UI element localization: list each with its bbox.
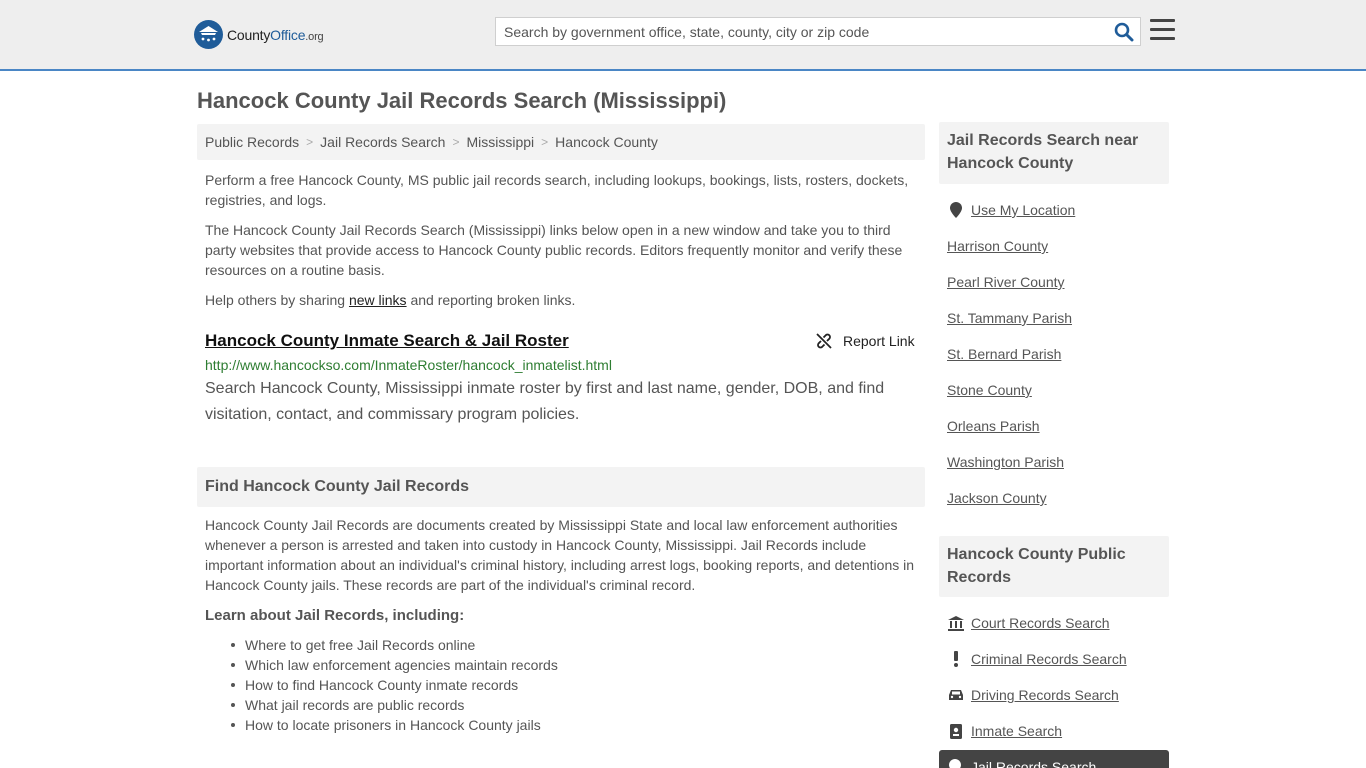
search-input[interactable]	[496, 18, 1106, 45]
hamburger-menu-icon[interactable]	[1150, 19, 1175, 41]
find-section-heading: Find Hancock County Jail Records	[197, 467, 925, 507]
location-pin-icon	[949, 759, 961, 768]
car-icon	[947, 687, 965, 703]
find-section-body: Hancock County Jail Records are document…	[205, 517, 915, 593]
sidebar-item-orleans-parish[interactable]: Orleans Parish	[947, 418, 1040, 434]
breadcrumb-public-records[interactable]: Public Records	[205, 134, 299, 150]
sidebar-item-inmate-search[interactable]: Inmate Search	[971, 723, 1062, 739]
search-box	[495, 17, 1141, 46]
intro-paragraph-3: Help others by sharing new links and rep…	[205, 292, 576, 308]
report-link-label: Report Link	[843, 333, 915, 349]
breadcrumb: Public Records > Jail Records Search > M…	[197, 124, 925, 160]
sidebar-item-driving-records-search[interactable]: Driving Records Search	[971, 687, 1119, 703]
sidebar-nearby-heading: Jail Records Search near Hancock County	[939, 122, 1169, 184]
sidebar-item-st-tammany-parish[interactable]: St. Tammany Parish	[947, 310, 1072, 326]
list-item: Where to get free Jail Records online	[231, 635, 558, 655]
breadcrumb-separator-icon: >	[306, 135, 314, 149]
list-item: Which law enforcement agencies maintain …	[231, 657, 558, 673]
listing-title-link[interactable]: Hancock County Inmate Search & Jail Rost…	[205, 331, 569, 351]
use-my-location-link[interactable]: Use My Location	[971, 202, 1075, 218]
sidebar-item-stone-county[interactable]: Stone County	[947, 382, 1032, 398]
learn-heading: Learn about Jail Records, including:	[205, 607, 465, 624]
list-item: How to locate prisoners in Hancock Count…	[231, 715, 558, 735]
list-item: What jail records are public records	[231, 695, 558, 715]
page-title: Hancock County Jail Records Search (Miss…	[197, 88, 727, 113]
sidebar-item-harrison-county[interactable]: Harrison County	[947, 238, 1048, 254]
logo-badge-icon	[194, 20, 223, 49]
breadcrumb-mississippi[interactable]: Mississippi	[466, 134, 534, 150]
sidebar-item-jackson-county[interactable]: Jackson County	[947, 490, 1047, 506]
courthouse-icon	[947, 615, 965, 631]
id-badge-icon	[947, 723, 965, 739]
site-logo[interactable]: CountyOffice.org	[194, 20, 324, 49]
breadcrumb-hancock-county[interactable]: Hancock County	[555, 134, 658, 150]
list-item: How to find Hancock County inmate record…	[231, 675, 558, 695]
listing-url: http://www.hancockso.com/InmateRoster/ha…	[205, 357, 612, 373]
listing-description: Search Hancock County, Mississippi inmat…	[205, 380, 885, 423]
logo-text: CountyOffice.org	[227, 26, 324, 43]
sidebar-public-records-heading: Hancock County Public Records	[939, 536, 1169, 597]
location-pin-icon	[947, 202, 965, 218]
sidebar-item-court-records-search[interactable]: Court Records Search	[971, 615, 1110, 631]
report-link-button[interactable]: Report Link	[815, 332, 915, 350]
learn-list: Where to get free Jail Records online Wh…	[231, 635, 558, 735]
intro-paragraph-2: The Hancock County Jail Records Search (…	[205, 222, 903, 278]
sidebar-item-jail-records-search-active[interactable]: Jail Records Search	[939, 750, 1169, 768]
breadcrumb-separator-icon: >	[541, 135, 549, 149]
search-icon[interactable]	[1114, 22, 1134, 42]
exclamation-icon	[947, 651, 965, 667]
new-links-link[interactable]: new links	[349, 292, 407, 308]
breadcrumb-jail-records-search[interactable]: Jail Records Search	[320, 134, 445, 150]
breadcrumb-separator-icon: >	[452, 135, 460, 149]
sidebar-item-washington-parish[interactable]: Washington Parish	[947, 454, 1064, 470]
top-header: CountyOffice.org	[0, 0, 1366, 71]
sidebar-item-st-bernard-parish[interactable]: St. Bernard Parish	[947, 346, 1061, 362]
sidebar-item-pearl-river-county[interactable]: Pearl River County	[947, 274, 1065, 290]
broken-link-icon	[816, 333, 832, 349]
sidebar-item-criminal-records-search[interactable]: Criminal Records Search	[971, 651, 1127, 667]
intro-paragraph-1: Perform a free Hancock County, MS public…	[205, 172, 909, 208]
sidebar-item-label: Jail Records Search	[971, 759, 1097, 768]
